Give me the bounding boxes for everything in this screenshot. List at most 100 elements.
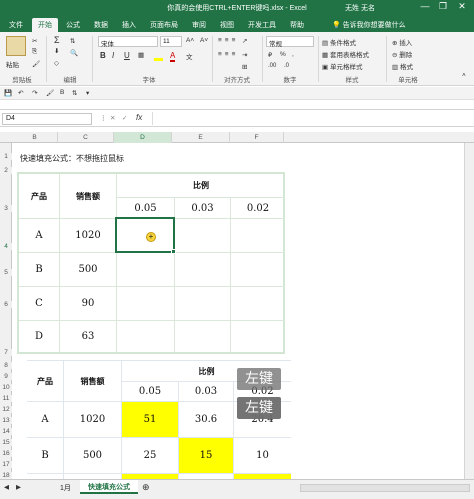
row-header[interactable]: 14 xyxy=(0,428,12,435)
column-header-f[interactable]: F xyxy=(230,132,284,143)
horizontal-align-icons[interactable]: ≡≡≡ xyxy=(218,51,238,58)
copy-icon[interactable]: ⎘ xyxy=(32,48,37,56)
row-header[interactable]: 2 xyxy=(0,167,12,174)
column-header-d[interactable]: D xyxy=(114,132,172,143)
tab-page-layout[interactable]: 页面布局 xyxy=(144,18,184,32)
row-header[interactable]: 11 xyxy=(0,395,12,402)
format-painter-icon[interactable]: 🖌 xyxy=(46,89,54,97)
row-header[interactable]: 17 xyxy=(0,461,12,468)
sort-filter-icon[interactable]: ⇅ xyxy=(70,37,75,45)
cancel-formula-icon[interactable]: ✕ xyxy=(110,114,115,122)
undo-icon[interactable]: ↶ xyxy=(18,89,23,97)
row-header[interactable]: 10 xyxy=(0,384,12,391)
product-cell[interactable]: B xyxy=(27,438,63,473)
cell-styles-button[interactable]: ▣ 单元格样式 xyxy=(322,61,362,71)
insert-cells-button[interactable]: ⊕ 插入 xyxy=(392,37,412,47)
restore-button[interactable]: ❐ xyxy=(436,1,450,12)
customize-qat-icon[interactable]: ▾ xyxy=(86,89,89,97)
grow-font-icon[interactable]: A˄ xyxy=(186,37,194,44)
fill-color-icon[interactable] xyxy=(154,52,163,61)
sales-cell[interactable]: 500 xyxy=(64,438,121,473)
comma-button[interactable]: , xyxy=(292,51,294,58)
fill-icon[interactable]: ⬇ xyxy=(54,47,59,55)
user-name[interactable]: 无姓 无名 xyxy=(345,3,375,13)
decrease-decimal-button[interactable]: .0 xyxy=(284,63,289,69)
tab-developer[interactable]: 开发工具 xyxy=(242,18,282,32)
value-cell[interactable]: 10 xyxy=(234,438,291,473)
tab-file[interactable]: 文件 xyxy=(3,18,29,32)
bold-icon[interactable]: B xyxy=(60,89,64,96)
sales-cell[interactable]: 1020 xyxy=(60,219,116,252)
fill-handle[interactable] xyxy=(171,249,176,254)
enter-formula-icon[interactable]: ✓ xyxy=(122,114,127,122)
close-button[interactable]: ✕ xyxy=(455,1,469,12)
shrink-font-icon[interactable]: A˅ xyxy=(200,37,208,44)
product-cell[interactable]: A xyxy=(19,219,59,252)
value-cell[interactable]: 30.6 xyxy=(179,402,233,437)
percent-button[interactable]: % xyxy=(280,51,286,58)
row-header[interactable]: 3 xyxy=(0,205,12,212)
column-header-e[interactable]: E xyxy=(172,132,230,143)
sort-icon[interactable]: ⇅ xyxy=(72,89,77,97)
currency-icon[interactable]: ₽ xyxy=(268,51,272,59)
formula-input[interactable] xyxy=(152,112,470,125)
value-cell[interactable]: 51 xyxy=(122,402,178,437)
format-cells-button[interactable]: ▥ 格式 xyxy=(392,61,413,71)
phonetic-icon[interactable]: 文 xyxy=(186,51,193,61)
row-header[interactable]: 8 xyxy=(0,362,12,369)
italic-button[interactable]: I xyxy=(112,51,114,60)
number-format-select[interactable]: 常规 xyxy=(266,36,314,48)
value-cell[interactable]: 25 xyxy=(122,438,178,473)
scroll-right-icon[interactable]: ▶ xyxy=(16,483,21,491)
tab-view[interactable]: 视图 xyxy=(214,18,240,32)
column-header-c[interactable]: C xyxy=(58,132,114,143)
product-cell[interactable]: D xyxy=(19,321,59,352)
value-cell[interactable]: 15 xyxy=(179,438,233,473)
row-header[interactable]: 16 xyxy=(0,450,12,457)
tab-formulas[interactable]: 公式 xyxy=(60,18,86,32)
tell-me-search[interactable]: 💡 告诉我你想要做什么 xyxy=(326,18,412,32)
find-select-icon[interactable]: 🔍 xyxy=(70,49,78,57)
insert-function-button[interactable]: fx xyxy=(136,113,142,122)
paste-icon[interactable] xyxy=(6,36,26,56)
tab-insert[interactable]: 插入 xyxy=(116,18,142,32)
row-header[interactable]: 7 xyxy=(0,349,12,356)
sales-cell[interactable]: 1020 xyxy=(64,402,121,437)
sales-cell[interactable]: 500 xyxy=(60,253,116,286)
format-as-table-button[interactable]: ▦ 套用表格格式 xyxy=(322,49,369,59)
sheet-tab-quick-fill[interactable]: 快速填充公式 xyxy=(80,480,138,494)
cut-icon[interactable]: ✂ xyxy=(32,37,37,45)
font-size-select[interactable]: 11 xyxy=(160,36,182,47)
sales-cell[interactable]: 63 xyxy=(60,321,116,352)
increase-decimal-button[interactable]: .00 xyxy=(268,63,276,69)
vertical-align-icons[interactable]: ≡≡≡ xyxy=(218,37,238,44)
sheet-tab-jan[interactable]: 1月 xyxy=(52,481,79,495)
row-header[interactable]: 1 xyxy=(0,153,12,160)
borders-icon[interactable]: ▦ xyxy=(138,51,144,59)
name-box[interactable]: D4 xyxy=(2,113,92,125)
conditional-format-button[interactable]: ▤ 条件格式 xyxy=(322,37,356,47)
autosum-icon[interactable]: Σ xyxy=(54,35,60,45)
active-cell-d4[interactable]: + xyxy=(115,217,176,254)
font-color-icon[interactable]: A xyxy=(170,51,176,62)
bold-button[interactable]: B xyxy=(100,51,106,60)
product-cell[interactable]: B xyxy=(19,253,59,286)
tab-data[interactable]: 数据 xyxy=(88,18,114,32)
scroll-left-icon[interactable]: ◀ xyxy=(4,483,9,491)
orientation-icon[interactable]: ↗ xyxy=(242,37,247,45)
indent-icon[interactable]: ⇥ xyxy=(242,51,247,59)
product-cell[interactable]: A xyxy=(27,402,63,437)
row-header[interactable]: 13 xyxy=(0,417,12,424)
wrap-merge-icon[interactable]: ⊞ xyxy=(242,63,247,71)
paste-button[interactable]: 粘贴 xyxy=(6,59,19,69)
tab-home[interactable]: 开始 xyxy=(32,18,58,32)
format-painter-icon[interactable]: 🖌 xyxy=(32,60,40,68)
minimize-button[interactable]: — xyxy=(418,1,432,11)
product-cell[interactable]: C xyxy=(19,287,59,320)
collapse-ribbon-icon[interactable]: ˄ xyxy=(462,72,466,79)
sales-cell[interactable]: 90 xyxy=(60,287,116,320)
row-header[interactable]: 6 xyxy=(0,301,12,308)
row-header[interactable]: 18 xyxy=(0,472,12,479)
formula-options-icon[interactable]: ⋮ xyxy=(100,114,107,122)
column-header-b[interactable]: B xyxy=(12,132,58,143)
